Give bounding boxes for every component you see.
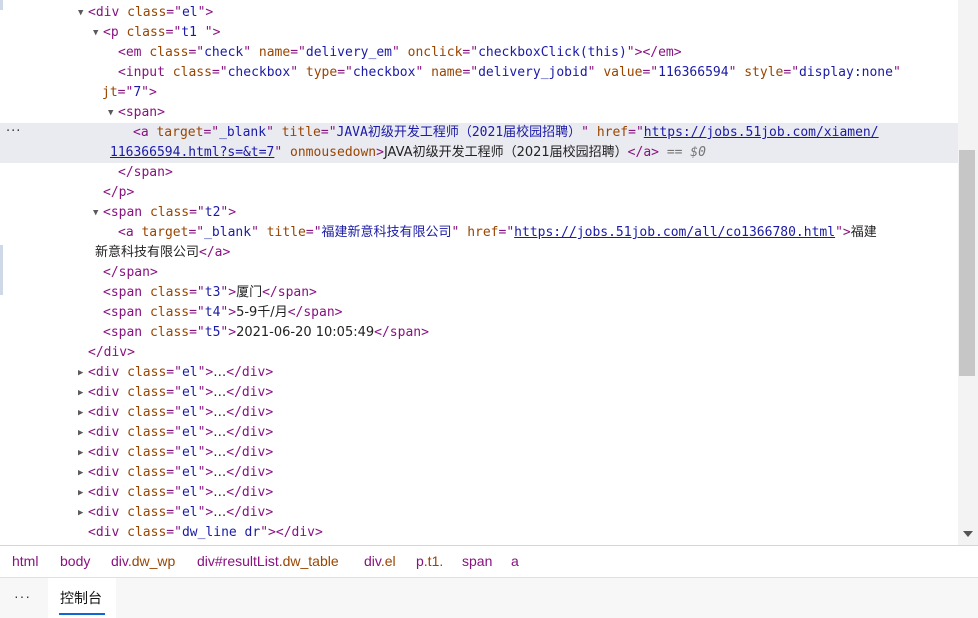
breadcrumb-item[interactable]: body — [60, 553, 90, 569]
dom-node-line[interactable]: </div> — [0, 343, 958, 363]
elements-panel[interactable]: ▼ <div class="el"> ▼ <p class="t1 "> <em cla… — [0, 0, 958, 545]
breadcrumb-item[interactable]: p.t1. — [416, 553, 443, 569]
breadcrumb-tag: div#resultList — [197, 553, 279, 569]
dom-node-line[interactable]: ▶ <div class="el">…</div> — [0, 383, 958, 403]
dom-node-line[interactable]: ▶ <div class="el">…</div> — [0, 503, 958, 523]
dom-node-line[interactable]: 116366594.html?s=&t=7" onmousedown>JAVA初… — [0, 143, 958, 163]
breadcrumb-tag: p — [416, 553, 424, 569]
collapse-arrow-icon[interactable]: ▶ — [78, 363, 88, 383]
dom-node-markup: <span class="t5">2021-06-20 10:05:49</sp… — [103, 325, 429, 340]
breadcrumb-tag: html — [12, 553, 39, 569]
expand-arrow-icon[interactable]: ▼ — [93, 203, 103, 223]
collapse-arrow-icon[interactable]: ▶ — [78, 423, 88, 443]
dom-node-line[interactable]: <a target="_blank" title="JAVA初级开发工程师（20… — [0, 123, 958, 143]
breadcrumb-item[interactable]: div#resultList.dw_table — [197, 553, 339, 569]
dom-node-line[interactable]: ▶ <div class="el">…</div> — [0, 443, 958, 463]
breadcrumb-tag: span — [462, 553, 493, 569]
dom-node-markup: </span> — [118, 165, 173, 180]
dom-node-markup: <span class="t4">5-9千/月</span> — [103, 305, 343, 320]
breadcrumb-tag: div — [111, 553, 128, 569]
breadcrumb-item[interactable]: div.dw_wp — [111, 553, 175, 569]
breadcrumb-item[interactable]: html — [12, 553, 38, 569]
dom-node-markup: <input class="checkbox" type="checkbox" … — [118, 65, 901, 80]
dom-node-line[interactable]: ▼ <span class="t2"> — [0, 203, 958, 223]
vertical-scrollbar[interactable] — [958, 0, 978, 545]
dom-node-line[interactable]: <span class="t4">5-9千/月</span> — [0, 303, 958, 323]
dom-node-line[interactable]: ▶ <div class="el">…</div> — [0, 483, 958, 503]
dom-node-line[interactable]: 新意科技有限公司</a> — [0, 243, 958, 263]
scroll-down-arrow-icon[interactable] — [963, 531, 973, 537]
dom-node-markup: </span> — [103, 265, 158, 280]
breadcrumb-tag: body — [60, 553, 91, 569]
dom-node-line[interactable]: <input class="checkbox" type="checkbox" … — [0, 63, 958, 83]
dom-node-line[interactable]: ▶ <div class="el">…</div> — [0, 463, 958, 483]
dom-node-markup: <div class="el"> — [88, 5, 214, 20]
expand-arrow-icon[interactable]: ▼ — [93, 23, 103, 43]
dom-node-line[interactable]: ▼ <span> — [0, 103, 958, 123]
tab-console-label: 控制台 — [60, 590, 102, 606]
dom-node-markup: <em class="check" name="delivery_em" onc… — [118, 45, 682, 60]
dom-node-line[interactable]: ▶ <div class="el">…</div> — [0, 363, 958, 383]
dom-node-markup: <div class="el">…</div> — [88, 485, 274, 500]
tab-active-underline — [59, 613, 105, 615]
selected-node-more-icon[interactable]: ··· — [6, 124, 21, 139]
collapse-arrow-icon[interactable]: ▶ — [78, 443, 88, 463]
dom-node-markup: <div class="el">…</div> — [88, 425, 274, 440]
dom-node-markup: <div class="el">…</div> — [88, 465, 274, 480]
dom-node-markup: <div class="el">…</div> — [88, 505, 274, 520]
dom-node-line[interactable]: ▼ <p class="t1 "> — [0, 23, 958, 43]
dom-node-markup: <p class="t1 "> — [103, 25, 221, 40]
breadcrumb-class: .dw_wp — [127, 553, 176, 569]
collapse-arrow-icon[interactable]: ▶ — [78, 503, 88, 523]
dom-node-line[interactable]: <span class="t3">厦门</span> — [0, 283, 958, 303]
dom-node-line[interactable]: <div class="dw_line dr"></div> — [0, 523, 958, 543]
breadcrumb-class: .t1. — [423, 553, 444, 569]
collapse-arrow-icon[interactable]: ▶ — [78, 483, 88, 503]
dom-node-line[interactable]: ▼ <div class="el"> — [0, 3, 958, 23]
dom-node-line[interactable]: <span class="t5">2021-06-20 10:05:49</sp… — [0, 323, 958, 343]
dom-node-markup: <span> — [118, 105, 165, 120]
collapse-arrow-icon[interactable]: ▶ — [78, 403, 88, 423]
dom-node-line[interactable]: ▶ <div class="el">…</div> — [0, 423, 958, 443]
dom-node-line[interactable]: <a target="_blank" title="福建新意科技有限公司" hr… — [0, 223, 958, 243]
breadcrumb-tag: div — [364, 553, 381, 569]
breadcrumb-item[interactable]: span — [462, 553, 492, 569]
breadcrumb-item[interactable]: div.el — [364, 553, 396, 569]
scrollbar-thumb[interactable] — [959, 150, 975, 376]
tab-console[interactable]: 控制台 — [48, 578, 116, 618]
drawer-bar: ··· 控制台 — [0, 577, 978, 618]
more-tabs-icon[interactable]: ··· — [14, 588, 31, 604]
dom-node-markup: <a target="_blank" title="JAVA初级开发工程师（20… — [133, 125, 879, 140]
breadcrumb-item[interactable]: a — [511, 553, 519, 569]
dom-node-line[interactable]: </p> — [0, 183, 958, 203]
dom-node-line[interactable]: <em class="check" name="delivery_em" onc… — [0, 43, 958, 63]
dom-node-markup: 新意科技有限公司</a> — [95, 245, 231, 260]
dom-node-line[interactable]: ▶ <div class="el">…</div> — [0, 403, 958, 423]
collapse-arrow-icon[interactable]: ▶ — [78, 463, 88, 483]
dom-node-markup: <div class="dw_line dr"></div> — [88, 525, 323, 540]
dom-node-markup: <div class="el">…</div> — [88, 365, 274, 380]
dom-node-line[interactable]: jt="7"> — [0, 83, 958, 103]
expand-arrow-icon[interactable]: ▼ — [78, 3, 88, 23]
dom-node-line[interactable]: </span> — [0, 163, 958, 183]
dom-node-markup: <div class="el">…</div> — [88, 385, 274, 400]
breadcrumb-class: .el — [380, 553, 396, 569]
dom-node-markup: </p> — [103, 185, 135, 200]
dom-node-markup: <div class="el">…</div> — [88, 405, 274, 420]
breadcrumb: html body div.dw_wp div#resultList.dw_table… — [0, 545, 978, 577]
dom-node-markup: <a target="_blank" title="福建新意科技有限公司" hr… — [118, 225, 877, 240]
dom-node-markup: <span class="t2"> — [103, 205, 237, 220]
dom-node-markup: <div class="el">…</div> — [88, 445, 274, 460]
expand-arrow-icon[interactable]: ▼ — [108, 103, 118, 123]
dom-node-line[interactable]: </span> — [0, 263, 958, 283]
dom-node-markup: 116366594.html?s=&t=7" onmousedown>JAVA初… — [110, 145, 706, 160]
breadcrumb-tag: a — [511, 553, 519, 569]
breadcrumb-class: .dw_table — [278, 553, 339, 569]
dom-node-markup: </div> — [88, 345, 135, 360]
dom-node-markup: jt="7"> — [102, 85, 157, 100]
dom-node-markup: <span class="t3">厦门</span> — [103, 285, 317, 300]
collapse-arrow-icon[interactable]: ▶ — [78, 383, 88, 403]
